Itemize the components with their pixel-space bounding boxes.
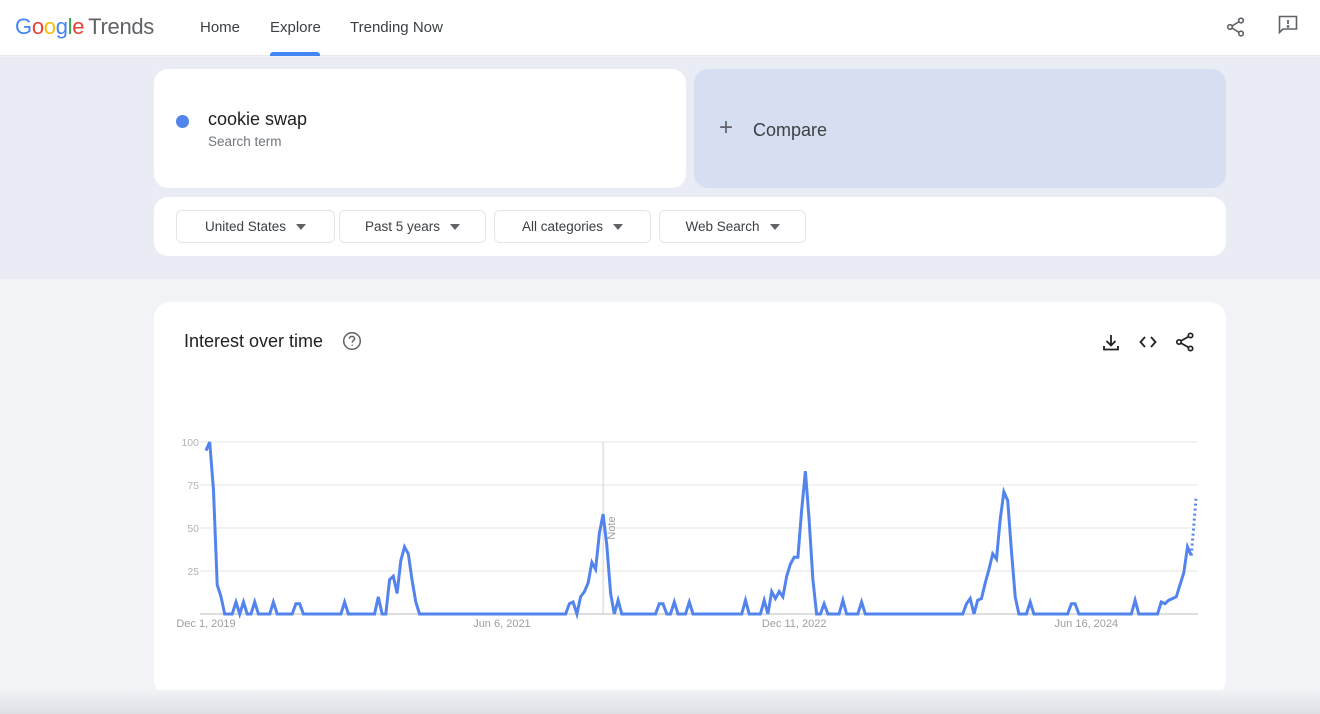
y-tick-label: 50 <box>187 523 199 535</box>
series-line-partial <box>1189 498 1198 556</box>
interest-over-time-chart[interactable]: 100 75 50 25 Dec 1, 2019 Jun 6, 2021 Dec 11, … <box>0 0 1320 714</box>
x-tick-label: Jun 16, 2024 <box>1055 618 1119 630</box>
x-tick-label: Dec 11, 2022 <box>762 618 827 630</box>
x-tick-label: Dec 1, 2019 <box>176 618 235 630</box>
note-label[interactable]: Note <box>606 516 618 539</box>
y-tick-label: 100 <box>181 437 199 449</box>
x-tick-label: Jun 6, 2021 <box>473 618 531 630</box>
page-bottom-fade <box>0 690 1320 714</box>
y-tick-label: 75 <box>187 480 199 492</box>
chart-grid <box>200 441 1198 615</box>
x-axis-ticks: Dec 1, 2019 Jun 6, 2021 Dec 11, 2022 Jun 16… <box>176 618 1118 630</box>
y-tick-label: 25 <box>187 566 199 578</box>
y-axis-ticks: 100 75 50 25 <box>181 437 199 578</box>
